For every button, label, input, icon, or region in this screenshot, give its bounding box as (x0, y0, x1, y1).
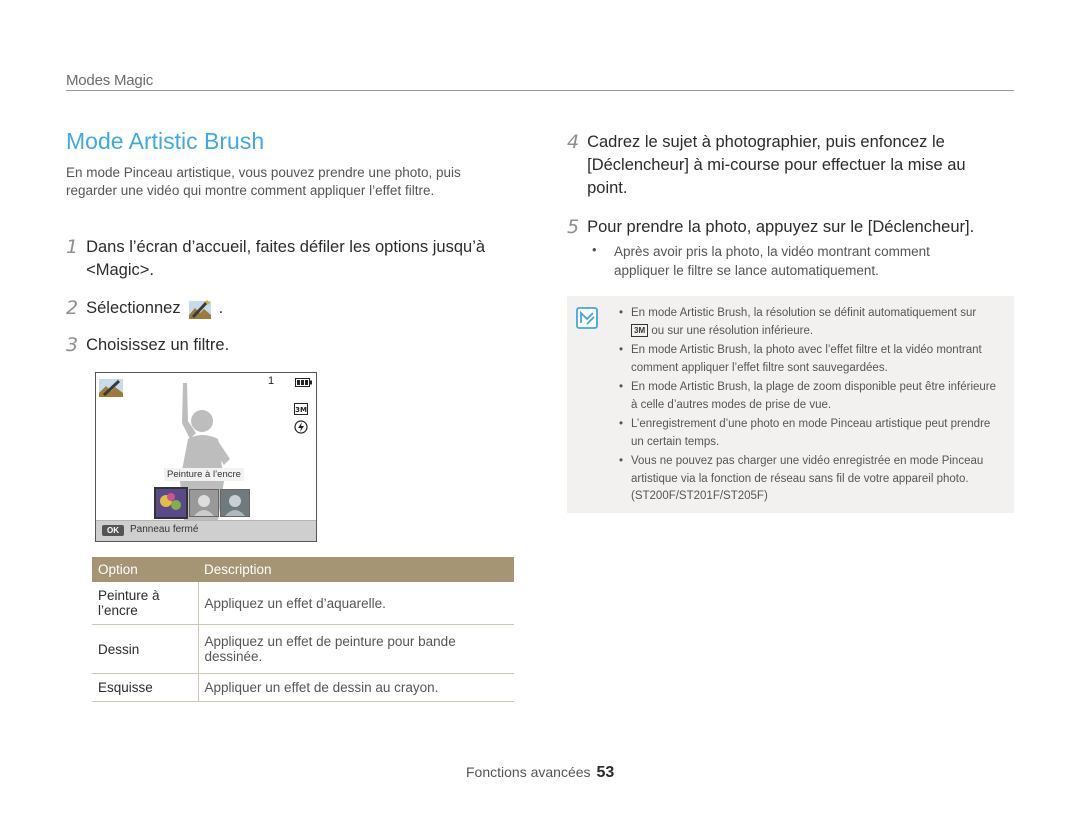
note-item: Vous ne pouvez pas charger une vidéo enr… (619, 453, 1004, 506)
note-box: En mode Artistic Brush, la résolution se… (567, 296, 1014, 513)
table-row: Peinture à l’encre Appliquez un effet d’… (92, 582, 514, 625)
footer-label: Fonctions avancées (466, 764, 591, 780)
note-text: Vous ne pouvez pas charger une vidéo enr… (631, 455, 984, 502)
note-text: ou sur une résolution inférieure. (651, 324, 814, 337)
step-text: Dans l’écran d’accueil, faites défiler l… (86, 238, 486, 279)
note-item: En mode Artistic Brush, la résolution se… (619, 305, 1004, 340)
sub-bullet: • Après avoir pris la photo, la vidéo mo… (592, 242, 972, 280)
step-text: Cadrez le sujet à photographier, puis en… (587, 131, 1007, 200)
column-header: Option (92, 557, 198, 582)
note-text: L’enregistrement d’une photo en mode Pin… (631, 418, 991, 448)
step-suffix: . (218, 299, 224, 317)
sub-bullet-text: Après avoir pris la photo, la vidéo mont… (614, 244, 930, 278)
step-number: 3 (66, 334, 79, 356)
column-header: Description (198, 557, 514, 582)
step-number: 2 (66, 297, 79, 319)
section-label: Modes Magic (66, 72, 154, 89)
shutter-key: Déclencheur (872, 218, 965, 236)
step-3: 3 Choisissez un filtre. (66, 334, 229, 357)
resolution-icon: 3M (631, 323, 649, 337)
section-divider (66, 90, 1014, 91)
step-text-post: ]. (965, 218, 975, 236)
step-text: Pour prendre la photo, appuyez sur le [D… (587, 216, 974, 239)
ok-button[interactable]: OK (102, 525, 124, 536)
step-4: 4 Cadrez le sujet à photographier, puis … (567, 131, 1007, 200)
bottom-bar: OK Panneau fermé (96, 520, 316, 541)
description-cell: Appliquer un effet de dessin au crayon. (197, 673, 514, 702)
note-text: En mode Artistic Brush, la plage de zoom… (631, 381, 997, 411)
step-number: 5 (567, 216, 580, 238)
bullet-mark: • (592, 242, 597, 257)
svg-text:3M: 3M (295, 406, 307, 414)
note-text: En mode Artistic Brush, la photo avec l’… (631, 344, 982, 374)
filter-thumb-sketch[interactable] (220, 489, 250, 517)
page-footer: Fonctions avancées 53 (466, 764, 614, 782)
intro-paragraph: En mode Pinceau artistique, vous pouvez … (66, 165, 461, 198)
page-title: Mode Artistic Brush (66, 128, 265, 154)
step-text: Sélectionnez (86, 299, 181, 317)
filter-thumb-drawing[interactable] (189, 489, 219, 517)
filter-thumb-ink[interactable] (154, 487, 188, 519)
flash-icon (294, 420, 308, 434)
option-cell: Dessin (92, 624, 198, 674)
battery-icon (295, 378, 312, 387)
note-item: En mode Artistic Brush, la photo avec l’… (619, 342, 1004, 377)
step-5: 5 Pour prendre la photo, appuyez sur le … (567, 216, 1017, 239)
step-number: 4 (567, 131, 580, 153)
panel-close-label: Panneau fermé (130, 524, 199, 535)
shutter-key: Déclencheur (591, 156, 685, 174)
shot-counter: 1 (268, 375, 275, 387)
page-number: 53 (596, 764, 615, 781)
note-icon (576, 307, 598, 329)
step-number: 1 (66, 236, 79, 258)
table-row: Dessin Appliquez un effet de peinture po… (92, 624, 514, 674)
description-cell: Appliquez un effet d’aquarelle. (197, 582, 514, 625)
description-cell: Appliquez un effet de peinture pour band… (197, 624, 514, 674)
step-text-pre: Pour prendre la photo, appuyez sur le [ (587, 218, 873, 236)
step-2: 2 Sélectionnez . (66, 297, 223, 320)
note-item: L’enregistrement d’une photo en mode Pin… (619, 416, 1004, 451)
note-text: En mode Artistic Brush, la résolution se… (631, 307, 977, 319)
camera-screen: 1 3M Peinture à l’encre OK Panneau fermé (95, 372, 317, 542)
step-1: 1 Dans l’écran d’accueil, faites défiler… (66, 236, 506, 282)
note-item: En mode Artistic Brush, la plage de zoom… (619, 379, 1004, 414)
option-cell: Peinture à l’encre (92, 582, 198, 625)
note-list: En mode Artistic Brush, la résolution se… (619, 305, 1004, 508)
resolution-icon: 3M (294, 403, 308, 415)
mode-icon (99, 379, 123, 397)
option-table: Option Description Peinture à l’encre Ap… (92, 557, 514, 702)
artistic-brush-icon (188, 299, 211, 319)
filter-caption: Peinture à l’encre (164, 468, 244, 481)
table-row: Esquisse Appliquer un effet de dessin au… (92, 673, 514, 702)
table-header-row: Option Description (92, 557, 514, 582)
option-cell: Esquisse (92, 673, 198, 702)
step-text: Choisissez un filtre. (86, 336, 230, 354)
